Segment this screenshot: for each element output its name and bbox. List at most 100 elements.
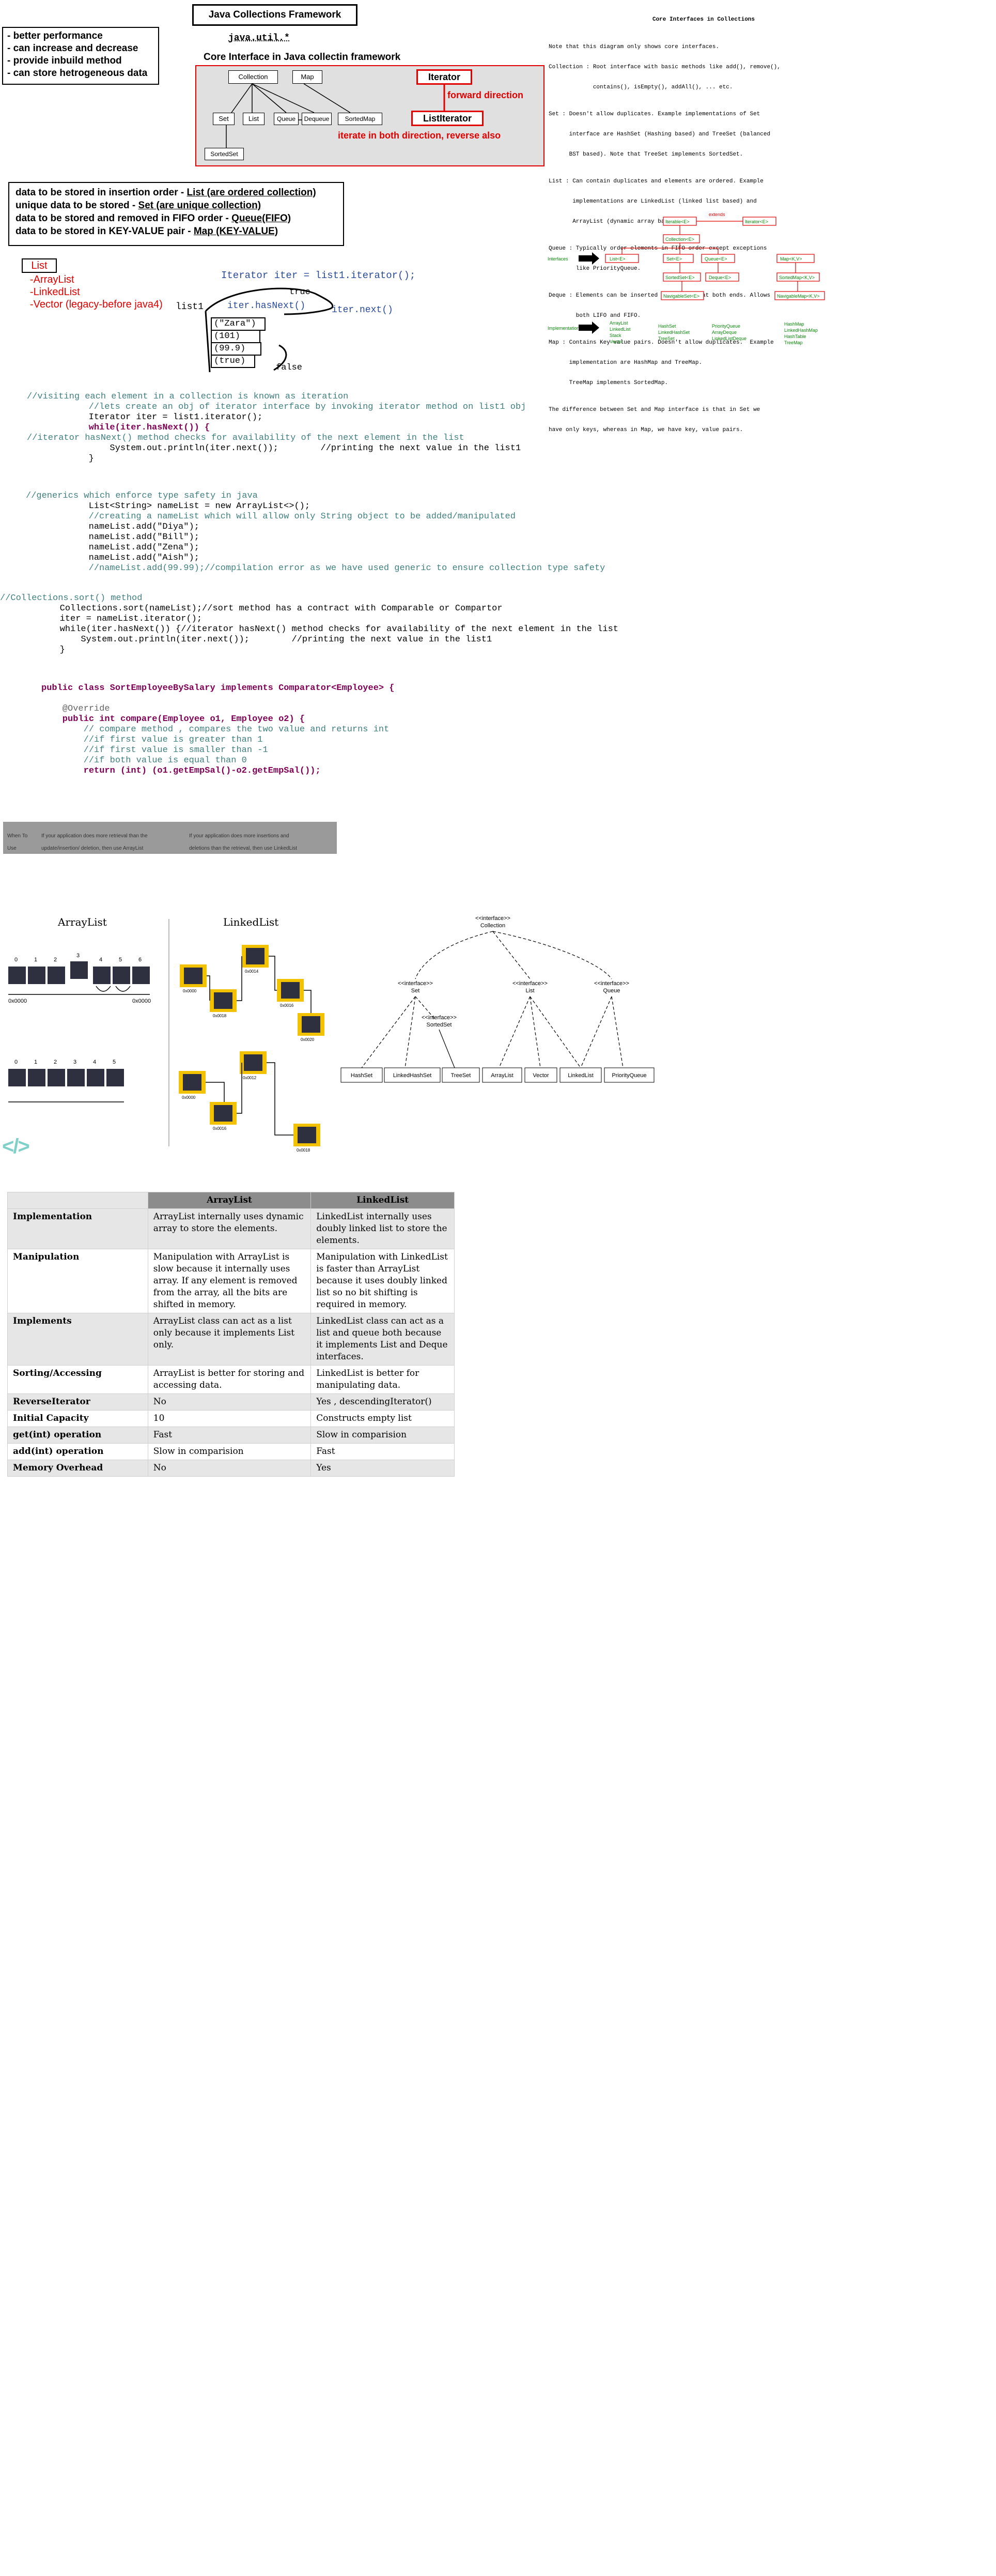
rp-line: List : Can contain duplicates and elemen… (549, 178, 764, 185)
row-key: Manipulation (7, 1249, 148, 1313)
node-label: List (248, 115, 259, 122)
mini-collection: Collection<E> (665, 237, 694, 242)
storage-emphasis: Set (are unique collection) (138, 200, 261, 211)
code-line: nameList.add("Zena"); (46, 543, 199, 553)
list-type-item: -Vector (legacy-before java4) (30, 299, 163, 310)
node-sortedmap: SortedMap (338, 113, 382, 125)
code-line: iter = nameList.iterator(); (18, 614, 203, 624)
ll-addr: 0x0018 (297, 1148, 310, 1153)
row-key: Implementation (7, 1208, 148, 1249)
row-key: ReverseIterator (7, 1393, 148, 1410)
node-label: SortedMap (345, 115, 376, 122)
h2-leaf: LinkedHashSet (393, 1072, 432, 1079)
mini-impl-list: Vector (610, 339, 623, 344)
mini-sortedset: SortedSet<E> (665, 275, 695, 280)
rp-line: TreeMap implements SortedMap. (549, 380, 668, 386)
iter-item: (101) (211, 330, 260, 343)
ll-addr: 0x0012 (243, 1076, 257, 1080)
mini-iterator: Iterator<E> (745, 219, 768, 224)
table-row: Implements ArrayList class can act as a … (7, 1313, 455, 1366)
mini-impl-map: LinkedHashMap (784, 328, 818, 333)
iterator-connector (443, 85, 445, 112)
linkedlist-cell: Yes (310, 1460, 455, 1477)
h2-leaf: LinkedList (568, 1072, 594, 1079)
mini-impl-set: HashSet (658, 324, 676, 329)
linkedlist-visual: 0x0000 0x0018 0x0014 0x0016 0x0020 0x000… (179, 945, 324, 1153)
table-header: ArrayList LinkedList (7, 1192, 455, 1209)
rp-line: Note that this diagram only shows core i… (549, 44, 720, 50)
table-row: Manipulation Manipulation with ArrayList… (7, 1249, 455, 1313)
list-type-item: -ArrayList (30, 274, 74, 285)
false-label: false (276, 363, 303, 373)
listiterator-label: ListIterator (423, 113, 472, 124)
storage-emphasis: List (are ordered collection) (186, 187, 316, 198)
node-label: Queue (276, 115, 296, 122)
impl-arrow (579, 321, 599, 334)
arraylist-cell: Manipulation with ArrayList is slow beca… (147, 1249, 312, 1313)
strip-cell: If your application does more insertions… (189, 833, 289, 839)
feature-line: - can increase and decrease (7, 43, 138, 54)
h2-leaf: TreeSet (451, 1072, 471, 1079)
al-index: 3 (73, 1059, 76, 1065)
al-addr: 0x0000 (132, 998, 151, 1004)
collection-hierarchy: <<interface>> Collection <<interface>> S… (340, 915, 655, 1083)
listiterator-badge: ListIterator (411, 111, 484, 126)
rp-line: contains(), isEmpty(), addAll(), ... etc… (549, 84, 733, 90)
arraylist-cell: No (147, 1393, 312, 1410)
iterator-code: Iterator iter = list1.iterator(); (221, 270, 416, 281)
node-label: SortedSet (210, 150, 238, 158)
both-direction-note: iterate in both direction, reverse also (338, 130, 501, 141)
code-line: nameList.add("Aish"); (46, 553, 199, 563)
al-index: 4 (99, 957, 102, 963)
rp-line: interface are HashSet (Hashing based) an… (549, 131, 771, 137)
mini-impl-list: LinkedList (610, 327, 631, 332)
h2-interface-tag: <<interface>> (475, 915, 510, 922)
mini-deque: Deque<E> (709, 275, 731, 280)
framework-title: Java Collections Framework (192, 4, 357, 26)
node-collection: Collection (228, 70, 278, 84)
linkedlist-cell: Manipulation with LinkedList is faster t… (310, 1249, 455, 1313)
code-line: while(iter.hasNext()) {//iterator hasNex… (18, 624, 618, 634)
mini-impl-list: ArrayList (610, 320, 628, 326)
al-index: 0 (14, 957, 18, 963)
ll-addr: 0x0020 (301, 1037, 315, 1042)
mini-extends: extends (709, 212, 725, 217)
strip-cell: Use (7, 846, 17, 851)
code-line: //generics which enforce type safety in … (26, 491, 258, 501)
package-label: java.util.* (228, 33, 290, 43)
code-line: nameList.add("Diya"); (46, 522, 199, 532)
ll-addr: 0x0014 (245, 969, 259, 974)
storage-line: data to be stored and removed in FIFO or… (15, 212, 337, 225)
table-row: Sorting/Accessing ArrayList is better fo… (7, 1365, 455, 1394)
linkedlist-cell: LinkedList class can act as a list and q… (310, 1313, 455, 1366)
al-index: 2 (54, 1059, 57, 1065)
strip-cell: If your application does more retrieval … (41, 833, 148, 839)
storage-line: data to be stored in KEY-VALUE pair - Ma… (15, 225, 337, 238)
storage-line: data to be stored in insertion order - L… (15, 186, 337, 199)
table-header-cell: LinkedList (310, 1192, 455, 1209)
framework-title-text: Java Collections Framework (208, 9, 341, 20)
mini-interfaces-label: Interfaces (548, 256, 568, 262)
code-line: while(iter.hasNext()) { (46, 423, 210, 433)
feature-line: - better performance (7, 30, 103, 41)
rp-line: Collection : Root interface with basic m… (549, 64, 781, 70)
feature-line: - provide inbuild method (7, 55, 122, 66)
code-logo-icon: </> (2, 1135, 30, 1158)
h2-interface-tag: <<interface>> (594, 980, 629, 987)
code-line: public int compare(Employee o1, Employee… (41, 714, 305, 724)
h2-collection: Collection (480, 923, 505, 929)
al-index: 1 (34, 1059, 37, 1065)
code-line: //lets create an obj of iterator interfa… (46, 402, 526, 412)
storage-emphasis: Queue(FIFO) (231, 213, 291, 224)
strip-cell: deletions than the retrieval, then use L… (189, 846, 298, 851)
storage-line: unique data to be stored - Set (are uniq… (15, 199, 337, 212)
code-line: //creating a nameList which will allow o… (46, 512, 516, 522)
interfaces-arrow (579, 252, 599, 265)
node-set: Set (213, 113, 235, 125)
code-line: //if first value is greater than 1 (41, 735, 263, 745)
storage-text: unique data to be stored - (15, 200, 138, 211)
al-index: 6 (138, 957, 142, 963)
storage-rules-box: data to be stored in insertion order - L… (8, 182, 344, 246)
rp-line: implementations are LinkedList (linked l… (549, 198, 757, 205)
iter-item-text: ("Zara") (214, 319, 256, 329)
